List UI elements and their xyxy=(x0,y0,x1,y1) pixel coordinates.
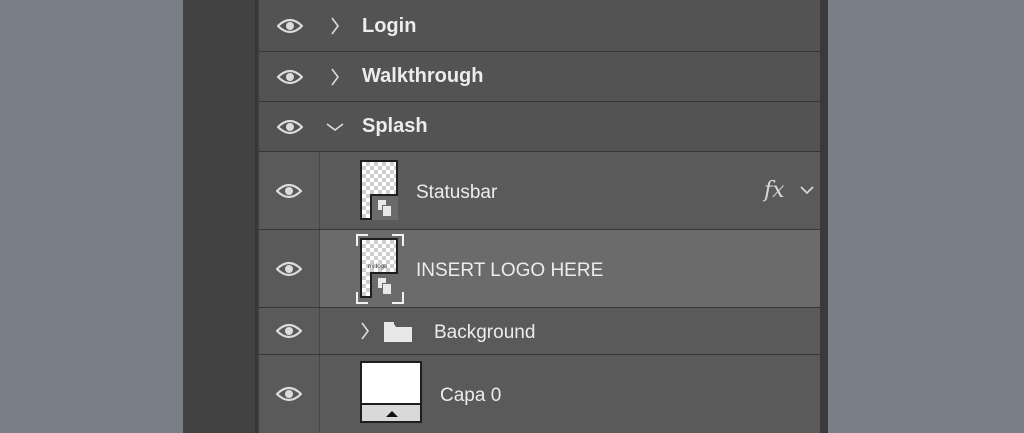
panel-scrollbar[interactable] xyxy=(819,0,828,433)
smart-object-icon xyxy=(370,194,398,220)
layer-insert-logo[interactable]: mi logo INSERT LOGO HERE xyxy=(259,230,820,308)
layer-group-background[interactable]: Background xyxy=(259,308,820,355)
layers-panel: Login Walkthrough Splash Statusbar fx mi… xyxy=(183,0,828,433)
selection-corner xyxy=(392,234,404,246)
thumbnail-text: mi logo xyxy=(368,264,388,270)
layer-name: Walkthrough xyxy=(362,65,484,87)
fx-icon[interactable]: fx xyxy=(764,178,785,203)
panel-gutter xyxy=(183,0,257,433)
triangle-icon xyxy=(386,411,398,417)
chevron-right-icon[interactable] xyxy=(325,67,345,87)
layer-name: Capa 0 xyxy=(440,385,502,406)
visibility-toggle[interactable] xyxy=(259,0,320,51)
layer-name: Login xyxy=(362,15,417,37)
layer-name: Background xyxy=(434,322,536,343)
visibility-toggle[interactable] xyxy=(259,308,320,354)
selection-corner xyxy=(356,234,368,246)
folder-icon xyxy=(383,321,413,348)
layer-group-login[interactable]: Login xyxy=(259,0,820,52)
layer-name: Splash xyxy=(362,115,428,137)
chevron-right-icon[interactable] xyxy=(325,16,345,36)
eye-icon xyxy=(276,386,302,402)
visibility-toggle[interactable] xyxy=(259,152,320,229)
layer-thumbnail[interactable]: mi logo xyxy=(360,238,398,298)
layer-group-walkthrough[interactable]: Walkthrough xyxy=(259,52,820,102)
eye-icon xyxy=(276,18,303,34)
layer-name: Statusbar xyxy=(416,182,498,203)
layer-group-splash[interactable]: Splash xyxy=(259,102,820,152)
layer-thumbnail[interactable] xyxy=(360,361,422,423)
visibility-toggle[interactable] xyxy=(259,52,320,101)
chevron-down-icon[interactable] xyxy=(325,117,345,137)
chevron-right-icon[interactable] xyxy=(355,321,375,341)
layer-name: INSERT LOGO HERE xyxy=(416,260,604,281)
visibility-toggle[interactable] xyxy=(259,355,320,433)
eye-icon xyxy=(276,183,302,199)
visibility-toggle[interactable] xyxy=(259,230,320,307)
chevron-down-icon[interactable] xyxy=(797,180,817,200)
eye-icon xyxy=(276,119,303,135)
eye-icon xyxy=(276,261,302,277)
eye-icon xyxy=(276,69,303,85)
layer-statusbar[interactable]: Statusbar fx xyxy=(259,152,820,230)
layer-thumbnail[interactable] xyxy=(360,160,398,220)
eye-icon xyxy=(276,323,302,339)
selection-corner xyxy=(392,292,404,304)
layers-list: Login Walkthrough Splash Statusbar fx mi… xyxy=(259,0,820,433)
layer-capa-0[interactable]: Capa 0 xyxy=(259,355,820,433)
selection-corner xyxy=(356,292,368,304)
visibility-toggle[interactable] xyxy=(259,102,320,151)
